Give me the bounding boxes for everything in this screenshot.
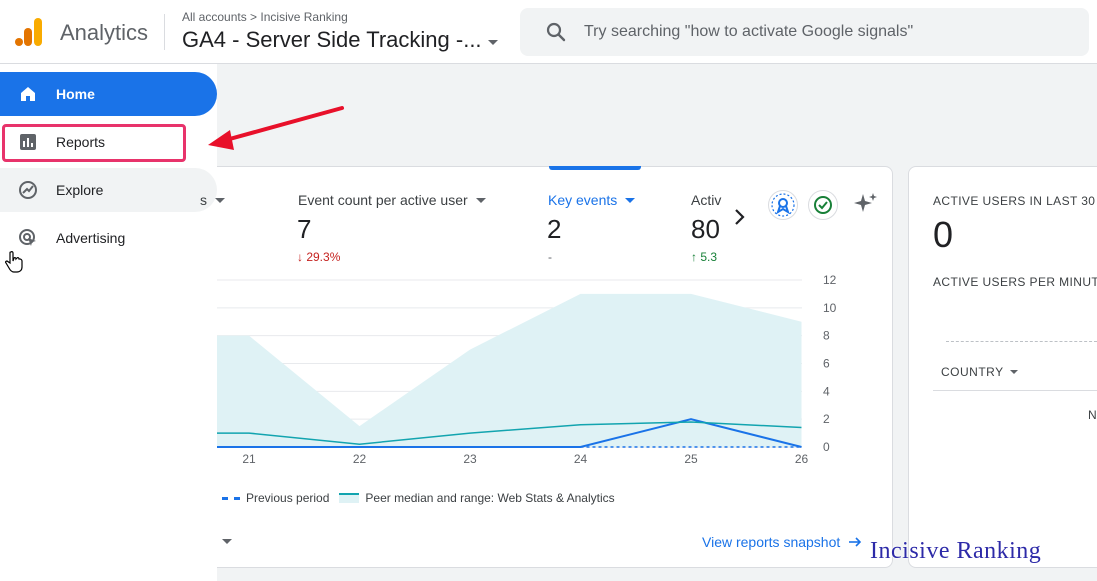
x-tick-label: 24 [574, 452, 588, 466]
x-tick-label: 26 [795, 452, 809, 466]
breadcrumb-chevron-icon: > [250, 10, 258, 24]
chevron-down-icon [475, 197, 486, 203]
metric-label: s [200, 192, 207, 208]
nav-item-home[interactable]: Home [0, 72, 217, 116]
breadcrumb-account[interactable]: Incisive Ranking [260, 10, 347, 24]
annotation-arrow-icon [208, 106, 344, 150]
sparkle-icon[interactable] [853, 191, 879, 217]
check-circle-icon [814, 196, 832, 214]
metric-tab-truncated[interactable]: s [200, 192, 225, 208]
active-tab-indicator [549, 166, 641, 170]
divider [933, 390, 1097, 391]
x-tick-label: 23 [463, 452, 477, 466]
metric-label: Activ [691, 192, 722, 208]
x-tick-label: 25 [684, 452, 698, 466]
metric-change: ↑ 5.3 [691, 250, 718, 264]
realtime-value: 0 [933, 214, 954, 255]
metric-label: Key events [548, 192, 618, 208]
chevron-down-icon [215, 197, 225, 203]
reports-highlight-box [2, 124, 186, 162]
legend-previous-period: Previous period [246, 491, 330, 505]
y-tick-label: 4 [823, 384, 830, 398]
hand-cursor-icon [4, 250, 23, 273]
insights-badge-button[interactable] [768, 190, 798, 220]
ribbon-badge-icon [771, 193, 795, 217]
y-tick-label: 6 [823, 357, 830, 371]
breadcrumb-root[interactable]: All accounts [182, 10, 247, 24]
realtime-per-minute-label: ACTIVE USERS PER MINUTE [933, 275, 1097, 289]
search-input[interactable] [584, 18, 1064, 46]
snapshot-link-label: View reports snapshot [702, 534, 841, 550]
chevron-right-icon[interactable] [732, 207, 748, 227]
nav-item-label: Advertising [56, 230, 126, 246]
key-events-chart: 02468101221 22 23 24 25 26 [217, 273, 837, 466]
band-legend-icon [339, 493, 360, 503]
top-app-bar: Analytics All accounts > Incisive Rankin… [0, 0, 1097, 64]
chart-legend: Previous period Peer median and range: W… [222, 491, 615, 505]
breadcrumb[interactable]: All accounts > Incisive Ranking [182, 10, 348, 24]
metric-value: 2 [547, 214, 562, 244]
metric-tab-active-users[interactable]: Activ 80 ↑ 5.3 [691, 186, 723, 266]
x-tick-label: 22 [353, 452, 367, 466]
legend-peer-median: Peer median and range: Web Stats & Analy… [365, 491, 615, 505]
property-selector[interactable]: GA4 - Server Side Tracking -... [182, 27, 498, 53]
analytics-logo-icon[interactable] [14, 16, 44, 48]
home-icon [21, 87, 35, 101]
metric-label: Event count per active user [298, 192, 468, 208]
y-tick-label: 0 [823, 440, 830, 454]
nav-item-explore[interactable]: Explore [0, 168, 217, 212]
nav-item-label: Home [56, 86, 95, 102]
metric-tab-event-count[interactable]: Event count per active user [298, 192, 486, 208]
nav-item-label: Explore [56, 182, 104, 198]
chevron-down-icon [487, 39, 498, 45]
chevron-down-icon [625, 197, 636, 203]
arrow-right-icon [849, 537, 862, 547]
x-tick-label: 21 [242, 452, 256, 466]
explore-icon [19, 181, 37, 199]
property-name: GA4 - Server Side Tracking -... [182, 27, 482, 52]
metric-change: ↓ 29.3% [297, 250, 341, 264]
chevron-down-icon [1009, 370, 1018, 374]
country-dropdown[interactable]: COUNTRY [941, 365, 1018, 379]
metric-change: - [548, 250, 552, 264]
y-tick-label: 8 [823, 329, 830, 343]
advertising-icon [19, 229, 36, 246]
metric-tab-key-events[interactable]: Key events [548, 192, 636, 208]
watermark: Incisive Ranking [870, 538, 1042, 564]
search-bar[interactable] [520, 8, 1089, 56]
country-label: COUNTRY [941, 365, 1004, 379]
left-nav: Home Reports Explore Advertising [0, 64, 217, 581]
app-brand: Analytics [60, 20, 149, 45]
realtime-empty-chart [946, 341, 1097, 342]
metric-value: 7 [297, 214, 312, 244]
view-reports-snapshot-link[interactable]: View reports snapshot [702, 534, 862, 550]
date-range-dropdown[interactable] [222, 539, 232, 544]
header-divider [164, 14, 165, 50]
status-check-button[interactable] [808, 190, 838, 220]
y-tick-label: 10 [823, 301, 837, 315]
y-tick-label: 2 [823, 412, 830, 426]
realtime-title: ACTIVE USERS IN LAST 30 M [933, 194, 1097, 208]
realtime-truncated-text: N [1088, 408, 1097, 422]
dashed-line-legend-icon [222, 496, 240, 500]
y-tick-label: 12 [823, 273, 837, 287]
search-icon [546, 22, 566, 42]
metric-value: 80 [691, 214, 720, 244]
nav-item-advertising[interactable]: Advertising [0, 216, 217, 260]
